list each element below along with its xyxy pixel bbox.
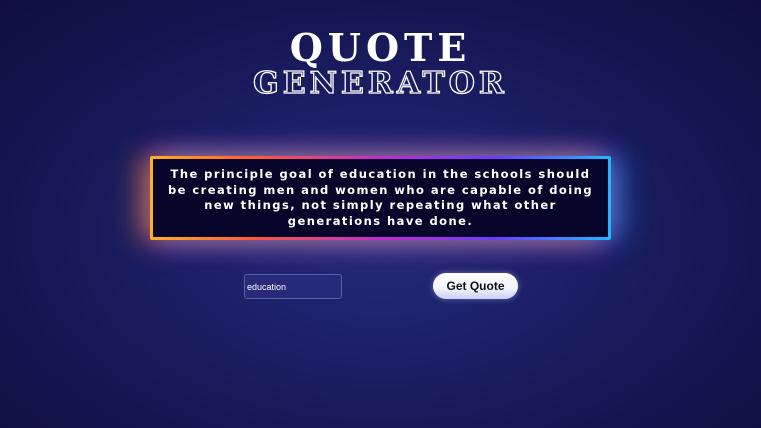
title-quote: QUOTE <box>289 25 472 70</box>
quote-display-box: The principle goal of education in the s… <box>150 156 611 240</box>
title-generator: GENERATOR <box>252 65 508 101</box>
get-quote-button[interactable]: Get Quote <box>433 273 518 299</box>
topic-search-input[interactable] <box>244 274 342 299</box>
quote-text: The principle goal of education in the s… <box>168 167 593 228</box>
